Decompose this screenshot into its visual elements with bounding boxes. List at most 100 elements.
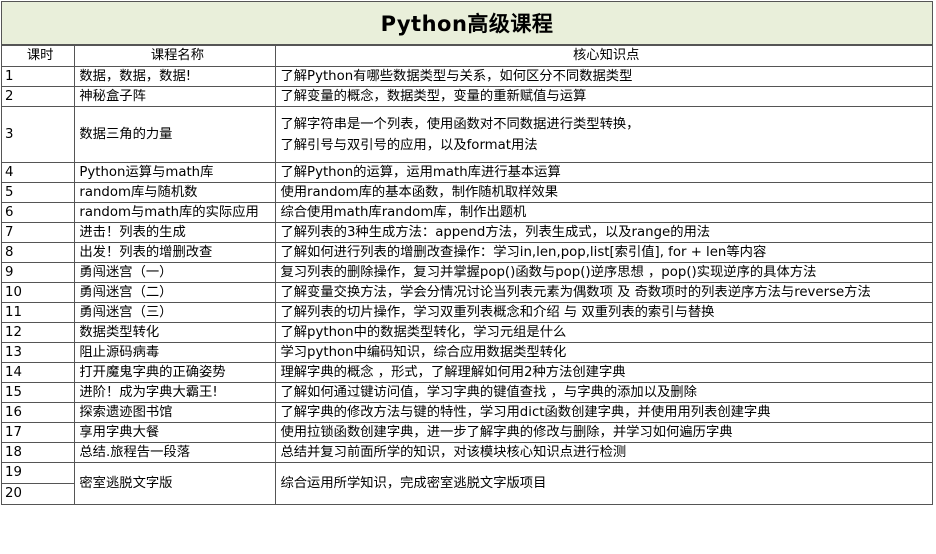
core-point-line: 了解如何进行列表的增删改查操作：学习in,len,pop,list[索引值], … bbox=[280, 244, 767, 260]
table-row: 1 数据，数据，数据! 了解Python有哪些数据类型与关系，如何区分不同数据类型 bbox=[0, 66, 933, 87]
table-row: 2 神秘盒子阵 了解变量的概念，数据类型，变量的重新赋值与运算 bbox=[0, 86, 933, 107]
course-name-cell: 享用字典大餐 bbox=[74, 422, 277, 443]
period-cell: 13 bbox=[0, 342, 76, 363]
core-points-cell: 了解Python的运算，运用math库进行基本运算 bbox=[275, 162, 933, 183]
core-point-line: 了解Python的运算，运用math库进行基本运算 bbox=[280, 164, 561, 180]
table-row: 10 勇闯迷宫（二） 了解变量交换方法，学会分情况讨论当列表元素为偶数项 及 奇数项… bbox=[0, 282, 933, 303]
header-core-points: 核心知识点 bbox=[275, 45, 933, 67]
core-points-cell: 综合使用math库random库，制作出题机 bbox=[275, 202, 933, 223]
period-cell: 20 bbox=[0, 483, 76, 505]
period-cell: 18 bbox=[0, 442, 76, 463]
core-points-cell: 了解字典的修改方法与键的特性，学习用dict函数创建字典，并使用用列表创建字典 bbox=[275, 402, 933, 423]
core-point-line: 了解列表的切片操作，学习双重列表概念和介绍 与 双重列表的索引与替换 bbox=[280, 304, 715, 320]
course-name-cell: 勇闯迷宫（二） bbox=[74, 282, 277, 303]
course-name-cell: 出发！列表的增删改查 bbox=[74, 242, 277, 263]
period-cell: 8 bbox=[0, 242, 76, 263]
sheet-title: Python高级课程 bbox=[1, 1, 933, 45]
period-cell: 16 bbox=[0, 402, 76, 423]
core-point-line: 使用拉锁函数创建字典，进一步了解字典的修改与删除，并学习如何遍历字典 bbox=[280, 424, 733, 440]
core-point-line: 了解如何通过键访问值，学习字典的键值查找 ，与字典的添加以及删除 bbox=[280, 384, 697, 400]
course-sheet: Python高级课程 课时 课程名称 核心知识点 1 数据，数据，数据! 了解Pyt… bbox=[0, 1, 933, 505]
core-point-line: 了解变量交换方法，学会分情况讨论当列表元素为偶数项 及 奇数项时的列表逆序方法与… bbox=[280, 284, 871, 300]
period-cell: 6 bbox=[0, 202, 76, 223]
core-point-line: 总结并复习前面所学的知识，对该模块核心知识点进行检测 bbox=[280, 444, 627, 460]
table-row: 19 密室逃脱文字版 综合运用所学知识，完成密室逃脱文字版项目 bbox=[0, 462, 933, 505]
period-cell: 12 bbox=[0, 322, 76, 343]
course-name-cell: 阻止源码病毒 bbox=[74, 342, 277, 363]
core-point-line: 了解字典的修改方法与键的特性，学习用dict函数创建字典，并使用用列表创建字典 bbox=[280, 404, 771, 420]
core-point-line: 了解Python有哪些数据类型与关系，如何区分不同数据类型 bbox=[280, 68, 633, 84]
core-points-cell: 了解变量交换方法，学会分情况讨论当列表元素为偶数项 及 奇数项时的列表逆序方法与… bbox=[275, 282, 933, 303]
course-name-cell: 数据，数据，数据! bbox=[74, 66, 277, 87]
header-period: 课时 bbox=[0, 45, 76, 67]
table-body: 1 数据，数据，数据! 了解Python有哪些数据类型与关系，如何区分不同数据类型 2… bbox=[0, 66, 933, 505]
course-name-cell: 数据三角的力量 bbox=[74, 106, 277, 163]
table-row: 9 勇闯迷宫（一） 复习列表的删除操作，复习并掌握pop()函数与pop()逆序思想… bbox=[0, 262, 933, 283]
core-point-line: 理解字典的概念 ，形式，了解理解如何用2种方法创建字典 bbox=[280, 364, 626, 380]
course-name-cell: 勇闯迷宫（一） bbox=[74, 262, 277, 283]
table-row: 17 享用字典大餐 使用拉锁函数创建字典，进一步了解字典的修改与删除，并学习如何遍历… bbox=[0, 422, 933, 443]
table-row: 7 进击！列表的生成 了解列表的3种生成方法：append方法，列表生成式，以及ra… bbox=[0, 222, 933, 243]
period-cell: 15 bbox=[0, 382, 76, 403]
table-row: 12 数据类型转化 了解python中的数据类型转化，学习元组是什么 bbox=[0, 322, 933, 343]
core-point-line: 了解列表的3种生成方法：append方法，列表生成式，以及range的用法 bbox=[280, 224, 711, 240]
period-cell: 10 bbox=[0, 282, 76, 303]
core-points-cell: 了解列表的切片操作，学习双重列表概念和介绍 与 双重列表的索引与替换 bbox=[275, 302, 933, 323]
period-cell: 14 bbox=[0, 362, 76, 383]
core-points-cell: 总结并复习前面所学的知识，对该模块核心知识点进行检测 bbox=[275, 442, 933, 463]
core-points-cell: 学习python中编码知识，综合应用数据类型转化 bbox=[275, 342, 933, 363]
period-cell: 1 bbox=[0, 66, 76, 87]
core-points-cell: 使用拉锁函数创建字典，进一步了解字典的修改与删除，并学习如何遍历字典 bbox=[275, 422, 933, 443]
core-points-cell: 了解列表的3种生成方法：append方法，列表生成式，以及range的用法 bbox=[275, 222, 933, 243]
core-point-line: 了解变量的概念，数据类型，变量的重新赋值与运算 bbox=[280, 88, 587, 104]
period-cell: 3 bbox=[0, 106, 76, 163]
core-point-line: 了解字符串是一个列表，使用函数对不同数据进行类型转换， bbox=[280, 116, 640, 132]
table-row: 13 阻止源码病毒 学习python中编码知识，综合应用数据类型转化 bbox=[0, 342, 933, 363]
course-name-cell: 打开魔鬼字典的正确姿势 bbox=[74, 362, 277, 383]
core-points-cell: 使用random库的基本函数，制作随机取样效果 bbox=[275, 182, 933, 203]
table-row: 18 总结.旅程告一段落 总结并复习前面所学的知识，对该模块核心知识点进行检测 bbox=[0, 442, 933, 463]
course-name-cell: 总结.旅程告一段落 bbox=[74, 442, 277, 463]
course-name-cell: random库与随机数 bbox=[74, 182, 277, 203]
core-points-cell: 了解如何通过键访问值，学习字典的键值查找 ，与字典的添加以及删除 bbox=[275, 382, 933, 403]
table-row: 16 探索遗迹图书馆 了解字典的修改方法与键的特性，学习用dict函数创建字典，并使… bbox=[0, 402, 933, 423]
period-cell: 11 bbox=[0, 302, 76, 323]
table-row: 14 打开魔鬼字典的正确姿势 理解字典的概念 ，形式，了解理解如何用2种方法创建字典 bbox=[0, 362, 933, 383]
core-points-cell: 了解python中的数据类型转化，学习元组是什么 bbox=[275, 322, 933, 343]
table-row: 8 出发！列表的增删改查 了解如何进行列表的增删改查操作：学习in,len,pop,… bbox=[0, 242, 933, 263]
course-name-cell: 进击！列表的生成 bbox=[74, 222, 277, 243]
header-row: 课时 课程名称 核心知识点 bbox=[0, 45, 933, 67]
course-table: 课时 课程名称 核心知识点 1 数据，数据，数据! 了解Python有哪些数据类型与… bbox=[0, 45, 933, 505]
course-name-cell: Python运算与math库 bbox=[74, 162, 277, 183]
table-row: 11 勇闯迷宫（三） 了解列表的切片操作，学习双重列表概念和介绍 与 双重列表的索引… bbox=[0, 302, 933, 323]
course-name-cell: random与math库的实际应用 bbox=[74, 202, 277, 223]
period-cell: 2 bbox=[0, 86, 76, 107]
core-points-cell: 了解字符串是一个列表，使用函数对不同数据进行类型转换， 了解引号与双引号的应用，以… bbox=[275, 106, 933, 163]
course-name-cell: 密室逃脱文字版 bbox=[74, 462, 277, 505]
period-cell: 19 bbox=[0, 462, 76, 484]
period-cell: 4 bbox=[0, 162, 76, 183]
core-points-cell: 理解字典的概念 ，形式，了解理解如何用2种方法创建字典 bbox=[275, 362, 933, 383]
core-points-cell: 复习列表的删除操作，复习并掌握pop()函数与pop()逆序思想 ，pop()实… bbox=[275, 262, 933, 283]
core-points-cell: 了解变量的概念，数据类型，变量的重新赋值与运算 bbox=[275, 86, 933, 107]
course-name-cell: 数据类型转化 bbox=[74, 322, 277, 343]
core-point-line: 学习python中编码知识，综合应用数据类型转化 bbox=[280, 344, 567, 360]
core-points-cell: 了解如何进行列表的增删改查操作：学习in,len,pop,list[索引值], … bbox=[275, 242, 933, 263]
course-name-cell: 进阶！成为字典大霸王! bbox=[74, 382, 277, 403]
core-points-cell: 了解Python有哪些数据类型与关系，如何区分不同数据类型 bbox=[275, 66, 933, 87]
course-name-cell: 神秘盒子阵 bbox=[74, 86, 277, 107]
header-course-name: 课程名称 bbox=[74, 45, 277, 67]
period-cell: 17 bbox=[0, 422, 76, 443]
period-cell: 5 bbox=[0, 182, 76, 203]
course-name-cell: 探索遗迹图书馆 bbox=[74, 402, 277, 423]
table-row: 3 数据三角的力量 了解字符串是一个列表，使用函数对不同数据进行类型转换， 了解引号与… bbox=[0, 106, 933, 163]
period-cell: 9 bbox=[0, 262, 76, 283]
core-point-line: 综合使用math库random库，制作出题机 bbox=[280, 204, 527, 220]
table-row: 6 random与math库的实际应用 综合使用math库random库，制作出题机 bbox=[0, 202, 933, 223]
core-point-line: 使用random库的基本函数，制作随机取样效果 bbox=[280, 184, 559, 200]
core-point-line: 了解python中的数据类型转化，学习元组是什么 bbox=[280, 324, 567, 340]
table-row: 4 Python运算与math库 了解Python的运算，运用math库进行基本运算 bbox=[0, 162, 933, 183]
core-point-line: 复习列表的删除操作，复习并掌握pop()函数与pop()逆序思想 ，pop()实… bbox=[280, 264, 817, 280]
core-point-line: 了解引号与双引号的应用，以及format用法 bbox=[280, 137, 538, 153]
table-row: 5 random库与随机数 使用random库的基本函数，制作随机取样效果 bbox=[0, 182, 933, 203]
